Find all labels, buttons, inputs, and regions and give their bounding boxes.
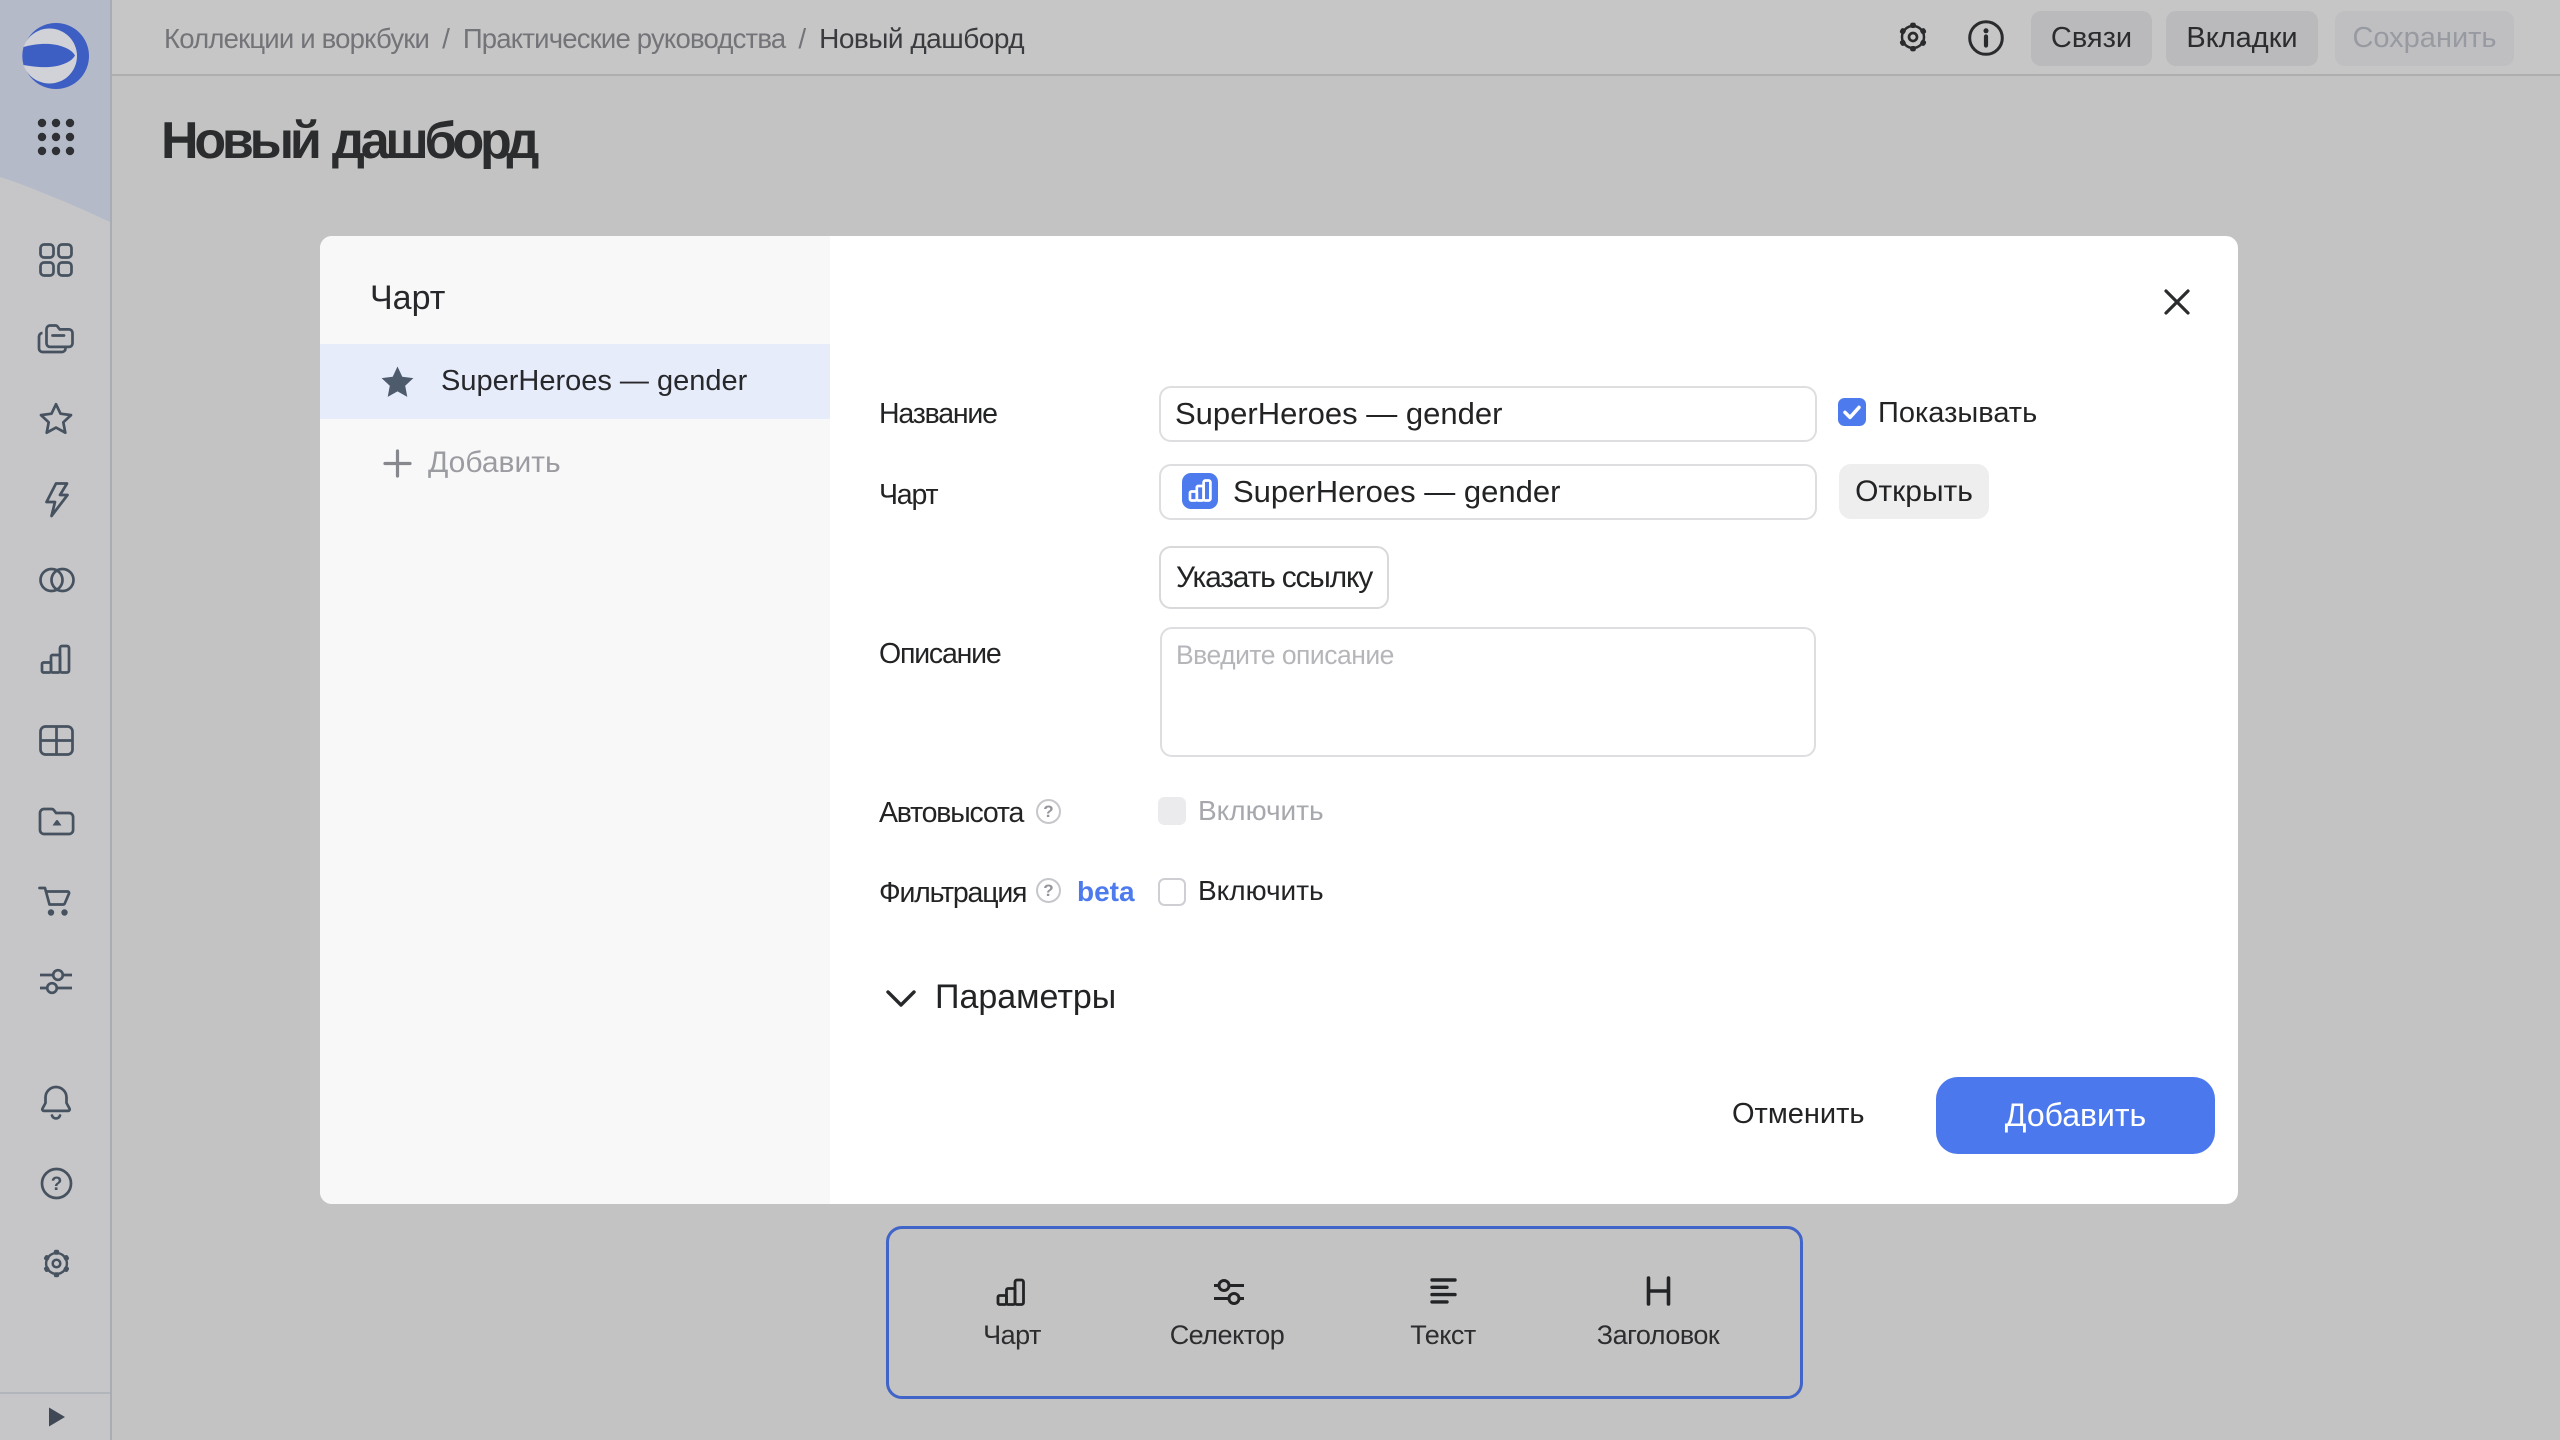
svg-text:?: ?	[51, 1174, 63, 1195]
